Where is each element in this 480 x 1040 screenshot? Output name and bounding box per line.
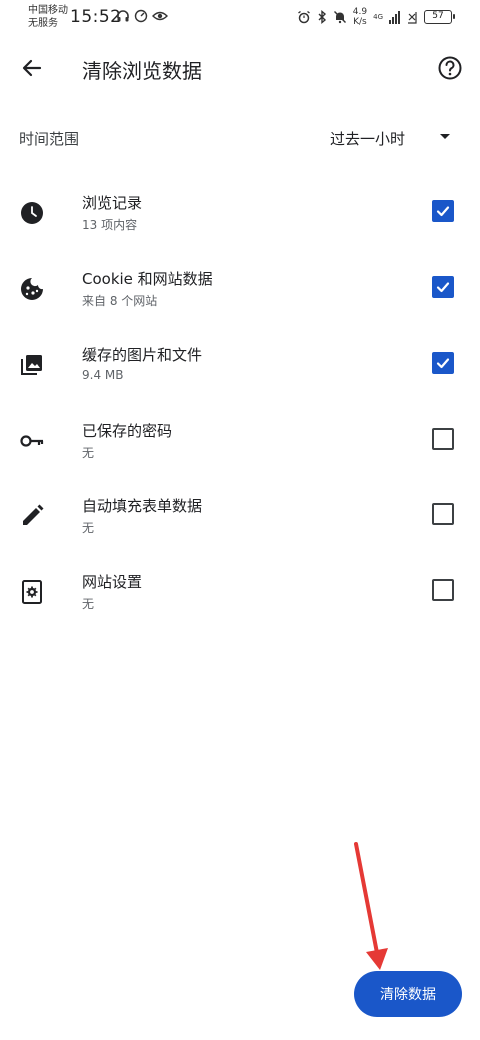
option-cookies[interactable]: Cookie 和网站数据 来自 8 个网站	[0, 264, 480, 324]
back-button[interactable]	[18, 54, 46, 82]
carrier-name: 中国移动	[28, 5, 68, 16]
battery-icon: 57	[424, 10, 455, 24]
battery-level: 57	[432, 11, 444, 21]
checkbox-browsing-history[interactable]	[432, 200, 454, 222]
option-title: 缓存的图片和文件	[82, 346, 203, 364]
option-browsing-history[interactable]: 浏览记录 13 项内容	[0, 188, 480, 248]
option-subtitle: 无	[82, 521, 95, 535]
cookie-icon	[21, 278, 43, 300]
net-speed: 4.9 K/s	[353, 7, 367, 27]
option-subtitle: 来自 8 个网站	[82, 294, 158, 308]
headphones-icon	[117, 10, 129, 22]
status-right-icons: 4.9 K/s 4G 57	[297, 7, 455, 27]
checkmark-icon	[436, 206, 450, 217]
pencil-icon	[23, 504, 44, 525]
time-range-label: 时间范围	[19, 130, 80, 148]
option-subtitle: 无	[82, 446, 95, 460]
option-title: 自动填充表单数据	[82, 497, 203, 515]
option-site-settings[interactable]: 网站设置 无	[0, 567, 480, 627]
time-range-row: 时间范围 过去一小时	[0, 118, 480, 158]
carrier-service: 无服务	[28, 18, 58, 29]
checkbox-cached-images[interactable]	[432, 352, 454, 374]
site-settings-icon	[22, 580, 42, 604]
option-title: Cookie 和网站数据	[82, 270, 213, 288]
option-subtitle: 13 项内容	[82, 218, 138, 232]
help-button[interactable]	[436, 54, 464, 82]
eye-icon	[152, 11, 168, 21]
network-type: 4G	[373, 13, 383, 21]
no-sim-icon	[408, 12, 417, 24]
option-title: 浏览记录	[82, 194, 143, 212]
status-bar: 中国移动 无服务 15:52 4.9 K/s 4G 57	[0, 0, 480, 36]
status-clock: 15:52	[70, 7, 122, 27]
image-icon	[21, 355, 42, 375]
arrow-back-icon	[22, 59, 42, 77]
key-icon	[20, 435, 44, 447]
mute-bell-icon	[333, 11, 346, 24]
help-circle-icon	[438, 56, 462, 80]
app-bar: 清除浏览数据	[0, 40, 480, 96]
status-left-icons	[116, 9, 168, 23]
carrier-info: 中国移动 无服务	[28, 4, 68, 30]
clear-data-button[interactable]: 清除数据	[354, 971, 462, 1017]
checkbox-cookies[interactable]	[432, 276, 454, 298]
annotation-arrow-icon	[354, 842, 388, 970]
dropdown-arrow-icon	[440, 134, 450, 139]
option-title: 网站设置	[82, 573, 143, 591]
clock-icon	[21, 202, 43, 224]
time-range-dropdown[interactable]: 过去一小时	[330, 122, 462, 154]
checkbox-site-settings[interactable]	[432, 579, 454, 601]
checkmark-icon	[436, 282, 450, 293]
net-speed-unit: K/s	[353, 17, 367, 27]
page-title: 清除浏览数据	[82, 59, 202, 83]
option-subtitle: 9.4 MB	[82, 368, 124, 382]
speedometer-icon	[134, 9, 148, 23]
bluetooth-icon	[318, 10, 326, 24]
checkmark-icon	[436, 358, 450, 369]
option-autofill[interactable]: 自动填充表单数据 无	[0, 491, 480, 551]
time-range-value: 过去一小时	[330, 130, 406, 148]
option-title: 已保存的密码	[82, 422, 173, 440]
net-speed-value: 4.9	[352, 7, 368, 17]
signal-icon	[389, 10, 400, 24]
checkbox-saved-passwords[interactable]	[432, 428, 454, 450]
option-saved-passwords[interactable]: 已保存的密码 无	[0, 416, 480, 476]
alarm-icon	[297, 10, 310, 24]
checkbox-autofill[interactable]	[432, 503, 454, 525]
option-cached-images[interactable]: 缓存的图片和文件 9.4 MB	[0, 340, 480, 400]
option-subtitle: 无	[82, 597, 95, 611]
